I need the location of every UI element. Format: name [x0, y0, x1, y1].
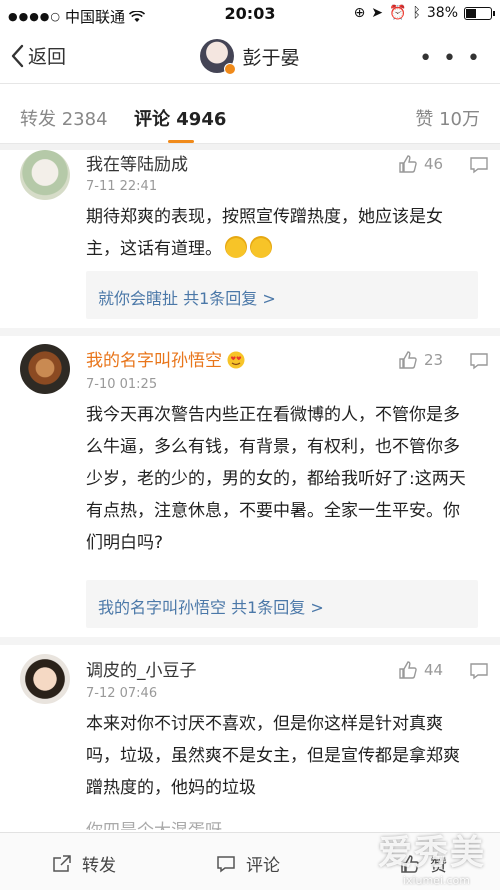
like-button[interactable]: 23	[398, 350, 443, 370]
comment-item: 调皮的_小豆子 7-12 07:46 44 本来对你不讨厌不喜欢，但是你这样是针…	[0, 654, 500, 814]
watermark: 爱秀美	[378, 833, 486, 873]
avatar[interactable]	[20, 654, 70, 704]
status-bar: ●●●●○ 中国联通 20:03 ⊕ ➤ ⏰ ᛒ 38%	[0, 0, 500, 30]
comment-time: 7-11 22:41	[86, 179, 158, 194]
comment-body: 期待郑爽的表现，按照宣传蹭热度，她应该是女主，这话有道理。	[86, 201, 476, 265]
comment-username-text[interactable]: 我的名字叫孙悟空	[86, 351, 222, 371]
battery-icon	[464, 6, 495, 20]
comment-username[interactable]: 我的名字叫孙悟空	[86, 346, 246, 371]
comment-body: 我今天再次警告内些正在看微博的人，不管你是多么牛逼，多么有钱，有背景，有权利，也…	[86, 405, 466, 553]
repost-button[interactable]: 转发	[52, 851, 116, 876]
emoji-icon	[225, 236, 247, 258]
tab-bar: 转发 2384 评论 4946 赞 10万	[0, 84, 500, 144]
reply-summary[interactable]: 就你会瞎扯 共1条回复 >	[86, 271, 478, 319]
tab-repost[interactable]: 转发 2384	[20, 105, 108, 131]
like-count: 23	[424, 351, 444, 369]
comment-button[interactable]: 评论	[216, 851, 280, 876]
bluetooth-icon: ᛒ	[412, 5, 421, 21]
comment-body: 本来对你不讨厌不喜欢，但是你这样是针对真爽吗，垃圾，虽然爽不是女主，但是宣传都是…	[86, 714, 460, 798]
reply-summary-text[interactable]: 我的名字叫孙悟空 共1条回复 >	[98, 594, 324, 618]
thumbs-up-icon	[399, 351, 417, 369]
navigation-bar: 返回 彭于晏 • • •	[0, 30, 500, 84]
comment-reply-icon[interactable]	[469, 662, 489, 680]
comment-icon	[217, 855, 235, 872]
comment-item: 我的名字叫孙悟空 7-10 01:25 23 我今天再次警告内些正在看微博的人，…	[0, 344, 500, 634]
bottom-action-bar: 转发 评论 赞 爱秀美 ixiumei.com	[0, 832, 500, 890]
reply-summary-text[interactable]: 就你会瞎扯 共1条回复 >	[98, 285, 276, 309]
comment-item: 我在等陆励成 7-11 22:41 46 期待郑爽的表现，按照宣传蹭热度，她应该…	[0, 150, 500, 325]
avatar[interactable]	[20, 150, 70, 200]
comment-time: 7-12 07:46	[86, 686, 158, 701]
comment-username[interactable]: 我在等陆励成	[86, 150, 188, 175]
page-title[interactable]: 彭于晏	[242, 43, 299, 70]
repost-label: 转发	[82, 856, 116, 876]
like-count: 44	[424, 661, 444, 679]
partial-next-comment: 你四是个大混蛋呀	[86, 816, 222, 830]
comment-username[interactable]: 调皮的_小豆子	[86, 656, 197, 681]
thumbs-up-icon	[399, 661, 417, 679]
divider	[0, 637, 500, 645]
watermark-url: ixiumei.com	[402, 874, 470, 887]
verified-badge-icon	[224, 63, 237, 75]
more-options-icon[interactable]: • • •	[419, 46, 482, 71]
like-count: 46	[424, 155, 444, 173]
avatar[interactable]	[20, 344, 70, 394]
avatar[interactable]	[200, 39, 237, 75]
location-icon: ➤	[371, 5, 384, 21]
lock-rotation-icon: ⊕	[353, 5, 366, 21]
divider	[0, 328, 500, 336]
reply-summary[interactable]: 我的名字叫孙悟空 共1条回复 >	[86, 580, 478, 628]
like-button[interactable]: 44	[398, 660, 443, 680]
comment-reply-icon[interactable]	[469, 156, 489, 174]
thumbs-up-icon	[399, 155, 417, 173]
emoji-icon	[250, 236, 272, 258]
heart-eyes-emoji-icon	[227, 351, 245, 369]
comment-label: 评论	[246, 856, 280, 876]
alarm-icon: ⏰	[389, 5, 407, 21]
tab-comment[interactable]: 评论 4946	[134, 105, 226, 131]
comment-time: 7-10 01:25	[86, 377, 158, 392]
tab-like[interactable]: 赞 10万	[415, 105, 480, 131]
comment-reply-icon[interactable]	[469, 352, 489, 370]
battery-fill	[466, 8, 476, 18]
repost-icon	[53, 854, 71, 872]
status-right: ⊕ ➤ ⏰ ᛒ 38%	[353, 5, 495, 21]
battery-percent: 38%	[426, 5, 458, 21]
active-tab-indicator	[168, 140, 194, 143]
like-button[interactable]: 46	[398, 154, 443, 174]
